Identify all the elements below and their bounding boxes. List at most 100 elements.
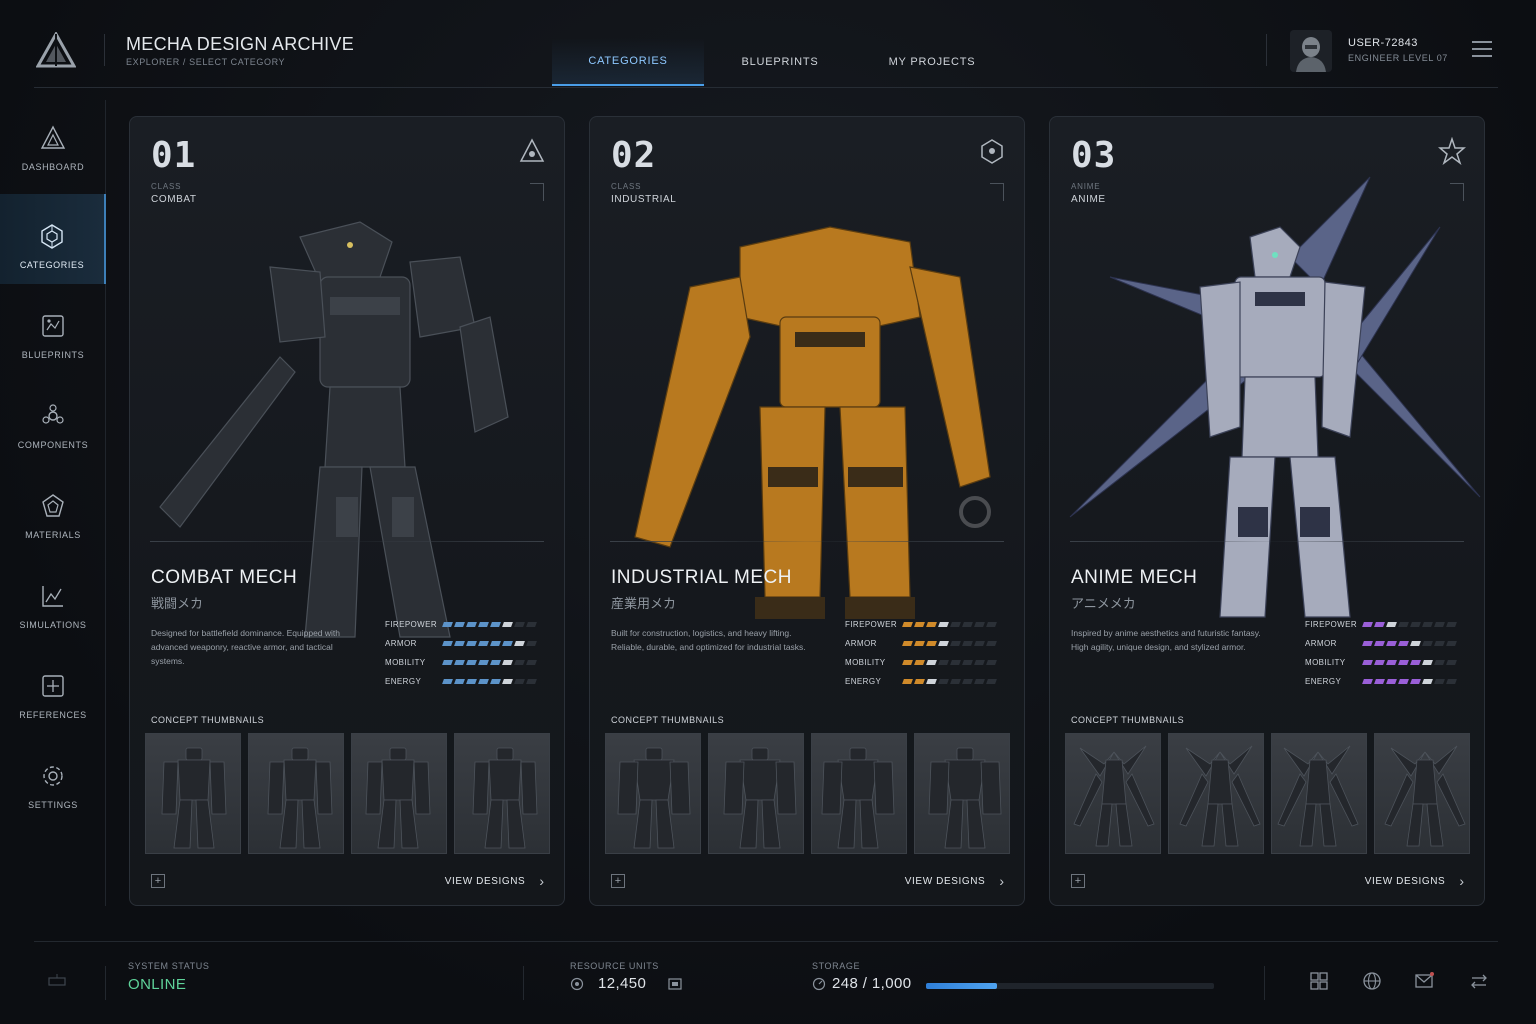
- corner-bracket: [1450, 183, 1464, 201]
- chip-icon: [668, 978, 682, 990]
- view-designs-button[interactable]: VIEW DESIGNS ›: [905, 873, 1004, 889]
- sidebar-item-blueprints[interactable]: BLUEPRINTS: [0, 284, 106, 374]
- card-title: COMBAT MECH: [151, 567, 298, 588]
- stat-segment: [914, 622, 925, 627]
- sidebar-item-components[interactable]: COMPONENTS: [0, 374, 106, 464]
- stat-segment: [1434, 660, 1445, 665]
- stat-segment: [950, 641, 961, 646]
- sidebar-item-label: CATEGORIES: [19, 260, 85, 270]
- card-description: Built for construction, logistics, and h…: [611, 628, 806, 652]
- stat-segment: [1386, 641, 1397, 646]
- tab-blueprints[interactable]: BLUEPRINTS: [704, 38, 856, 86]
- sidebar-item-label: DASHBOARD: [21, 162, 85, 172]
- categories-icon: [41, 224, 63, 249]
- grid-icon[interactable]: [1309, 971, 1329, 991]
- category-card-industrial[interactable]: 02 CLASS INDUSTRIAL INDUSTRIAL MECH 産業用メ…: [589, 116, 1025, 906]
- storage-value: 248 / 1,000: [832, 975, 912, 992]
- stat-segment: [938, 641, 949, 646]
- concept-thumbnail[interactable]: [248, 733, 344, 854]
- breadcrumb: EXPLORER / SELECT CATEGORY: [126, 57, 286, 67]
- stat-segment: [466, 660, 477, 665]
- stat-segment: [1386, 660, 1397, 665]
- stat-segment: [1374, 641, 1385, 646]
- sidebar-item-settings[interactable]: SETTINGS: [0, 734, 106, 824]
- tab-categories[interactable]: CATEGORIES: [552, 38, 704, 86]
- resource-units-label: RESOURCE UNITS: [570, 961, 659, 971]
- mech-silhouette: [161, 747, 227, 849]
- stat-segment: [902, 641, 913, 646]
- stat-segment: [1446, 660, 1457, 665]
- add-icon[interactable]: +: [611, 874, 625, 888]
- card-subtitle-jp: 産業用メカ: [611, 596, 677, 611]
- sidebar-item-categories[interactable]: CATEGORIES: [0, 194, 106, 284]
- category-card-combat[interactable]: 01 CLASS COMBAT COMBAT MECH 戦闘メカ Designe…: [129, 116, 565, 906]
- stat-name: FIREPOWER: [1305, 620, 1358, 629]
- concept-thumbnail[interactable]: [811, 733, 907, 854]
- mech-silhouette: [723, 747, 797, 849]
- stat-segment: [1362, 622, 1373, 627]
- app-root: MECHA DESIGN ARCHIVE EXPLORER / SELECT C…: [0, 0, 1536, 1024]
- corner-bracket: [530, 183, 544, 201]
- stat-row: MOBILITY: [1305, 653, 1470, 672]
- sidebar-item-dashboard[interactable]: DASHBOARD: [0, 96, 106, 186]
- category-card-anime[interactable]: 03 ANIME ANIME ANIME MECH アニメメカ Inspired…: [1049, 116, 1485, 906]
- stat-bar: [1362, 660, 1457, 665]
- stat-segment: [514, 660, 525, 665]
- stat-segment: [1386, 679, 1397, 684]
- avatar[interactable]: [1290, 30, 1332, 72]
- footer-divider: [1264, 966, 1265, 1000]
- storage-progress-bar: [926, 983, 1214, 989]
- transfer-icon[interactable]: [1469, 971, 1489, 991]
- concept-thumbnail[interactable]: [914, 733, 1010, 854]
- tab-my-projects[interactable]: MY PROJECTS: [856, 38, 1008, 86]
- concept-thumbnail[interactable]: [1065, 733, 1161, 854]
- sidebar-item-materials[interactable]: MATERIALS: [0, 464, 106, 554]
- thumbnails-row: [1065, 733, 1470, 854]
- simulations-icon: [42, 586, 63, 607]
- hamburger-menu-icon[interactable]: [1472, 41, 1492, 59]
- stat-segment: [1362, 641, 1373, 646]
- stat-segment: [1410, 660, 1421, 665]
- view-designs-button[interactable]: VIEW DESIGNS ›: [1365, 873, 1464, 889]
- stat-segment: [514, 641, 525, 646]
- mail-icon[interactable]: [1414, 971, 1434, 991]
- concept-thumbnail[interactable]: [351, 733, 447, 854]
- sidebar-item-references[interactable]: REFERENCES: [0, 644, 106, 734]
- sidebar-item-label: SETTINGS: [28, 800, 78, 810]
- sidebar-item-label: MATERIALS: [25, 530, 81, 540]
- mech-silhouette: [267, 747, 333, 849]
- sidebar-item-label: REFERENCES: [19, 710, 87, 720]
- view-designs-button[interactable]: VIEW DESIGNS ›: [445, 873, 544, 889]
- stat-segment: [974, 622, 985, 627]
- card-class-label: CLASS: [151, 182, 182, 191]
- stat-segment: [1434, 641, 1445, 646]
- thumbnails-row: [145, 733, 550, 854]
- stat-row: ARMOR: [1305, 634, 1470, 653]
- concept-thumbnail[interactable]: [1374, 733, 1470, 854]
- concept-thumbnail[interactable]: [1271, 733, 1367, 854]
- stat-segment: [1398, 641, 1409, 646]
- concept-thumbnail[interactable]: [454, 733, 550, 854]
- view-designs-label: VIEW DESIGNS: [444, 875, 526, 887]
- globe-icon[interactable]: [1362, 971, 1382, 991]
- add-icon[interactable]: +: [1071, 874, 1085, 888]
- concept-thumbnail[interactable]: [145, 733, 241, 854]
- stat-segment: [986, 660, 997, 665]
- stat-name: MOBILITY: [1305, 658, 1346, 667]
- concept-thumbnail[interactable]: [1168, 733, 1264, 854]
- concept-thumbnail[interactable]: [605, 733, 701, 854]
- add-icon[interactable]: +: [151, 874, 165, 888]
- stat-segment: [926, 641, 937, 646]
- system-status-label: SYSTEM STATUS: [128, 961, 210, 971]
- stat-name: ENERGY: [385, 677, 422, 686]
- card-class: COMBAT: [151, 194, 197, 205]
- stat-segment: [926, 660, 937, 665]
- stat-segment: [974, 679, 985, 684]
- stat-segment: [914, 641, 925, 646]
- anime-emblem-icon: [1438, 137, 1466, 165]
- sidebar-item-simulations[interactable]: SIMULATIONS: [0, 554, 106, 644]
- logo-icon[interactable]: [36, 32, 76, 68]
- stat-row: FIREPOWER: [845, 615, 1010, 634]
- thumbnails-label: CONCEPT THUMBNAILS: [151, 715, 265, 725]
- concept-thumbnail[interactable]: [708, 733, 804, 854]
